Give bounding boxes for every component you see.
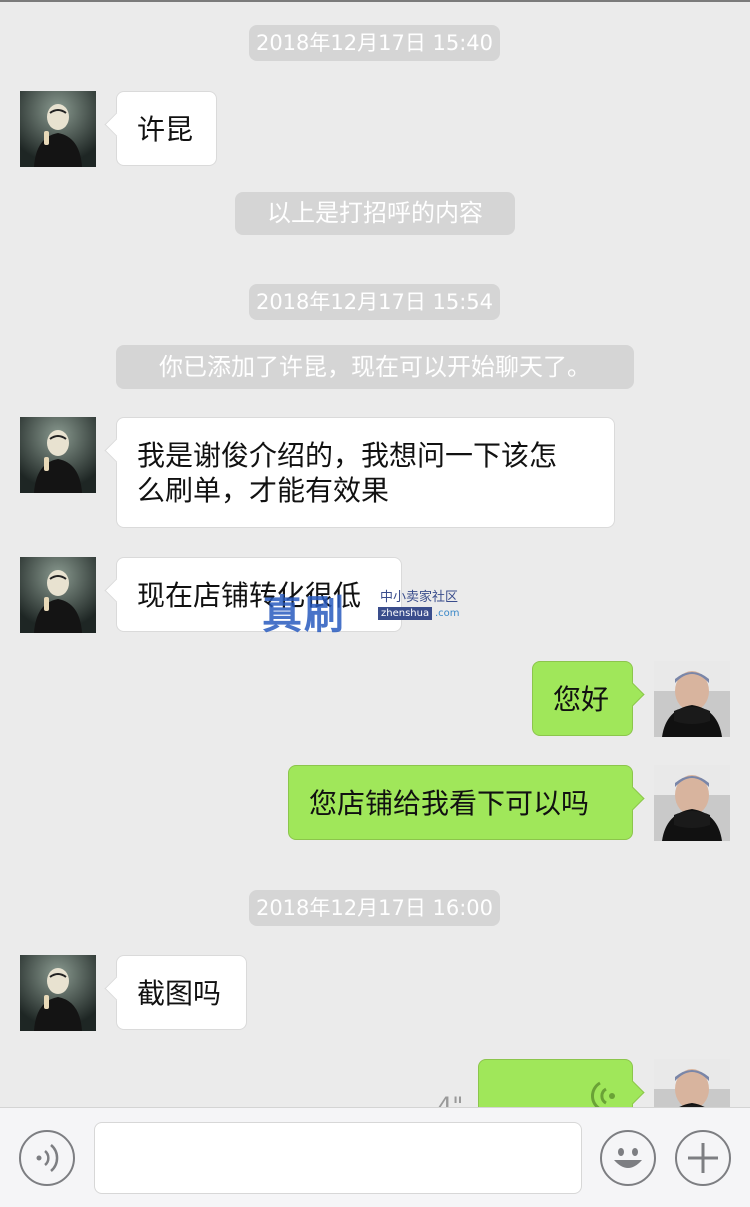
- plus-icon: [688, 1143, 718, 1173]
- message-text: 许昆: [137, 113, 194, 146]
- message-text: 您好: [553, 683, 610, 716]
- voice-toggle-button[interactable]: [19, 1130, 75, 1186]
- message-text: 截图吗: [137, 977, 222, 1010]
- system-notice: 你已添加了许昆，现在可以开始聊天了。: [116, 345, 634, 389]
- input-toolbar: [0, 1107, 750, 1207]
- message-input[interactable]: [94, 1122, 582, 1194]
- outgoing-message[interactable]: 您好: [532, 661, 633, 736]
- incoming-message[interactable]: 现在店铺转化很低: [116, 557, 402, 632]
- contact-avatar[interactable]: [20, 417, 96, 493]
- contact-avatar[interactable]: [20, 91, 96, 167]
- more-button[interactable]: [675, 1130, 731, 1186]
- voice-icon: [36, 1144, 59, 1172]
- incoming-message[interactable]: 我是谢俊介绍的，我想问一下该怎 么刷单，才能有效果: [116, 417, 615, 528]
- emoji-icon: [614, 1148, 642, 1168]
- contact-avatar[interactable]: [20, 557, 96, 633]
- voice-wave-icon: [590, 1081, 615, 1107]
- watermark-tld: .com: [435, 608, 460, 619]
- my-avatar[interactable]: [654, 765, 730, 841]
- outgoing-message[interactable]: 您店铺给我看下可以吗: [288, 765, 633, 840]
- my-avatar[interactable]: [654, 661, 730, 737]
- message-text: 您店铺给我看下可以吗: [309, 787, 590, 820]
- top-divider: [0, 0, 750, 2]
- incoming-message[interactable]: 截图吗: [116, 955, 247, 1030]
- system-notice: 以上是打招呼的内容: [235, 192, 515, 235]
- my-avatar[interactable]: [654, 1059, 730, 1107]
- timestamp: 2018年12月17日 15:40: [249, 25, 500, 61]
- voice-duration: 4": [437, 1092, 464, 1107]
- message-text-line: 么刷单，才能有效果: [137, 474, 390, 507]
- timestamp: 2018年12月17日 16:00: [249, 890, 500, 926]
- message-text: 现在店铺转化很低: [137, 579, 362, 612]
- emoji-button[interactable]: [600, 1130, 656, 1186]
- chat-area[interactable]: 2018年12月17日 15:40 许昆 以上是打招呼的内容 2018年12月1…: [0, 0, 750, 1107]
- incoming-message[interactable]: 许昆: [116, 91, 217, 166]
- contact-avatar[interactable]: [20, 955, 96, 1031]
- message-text-line: 我是谢俊介绍的，我想问一下该怎: [137, 439, 558, 472]
- timestamp: 2018年12月17日 15:54: [249, 284, 500, 320]
